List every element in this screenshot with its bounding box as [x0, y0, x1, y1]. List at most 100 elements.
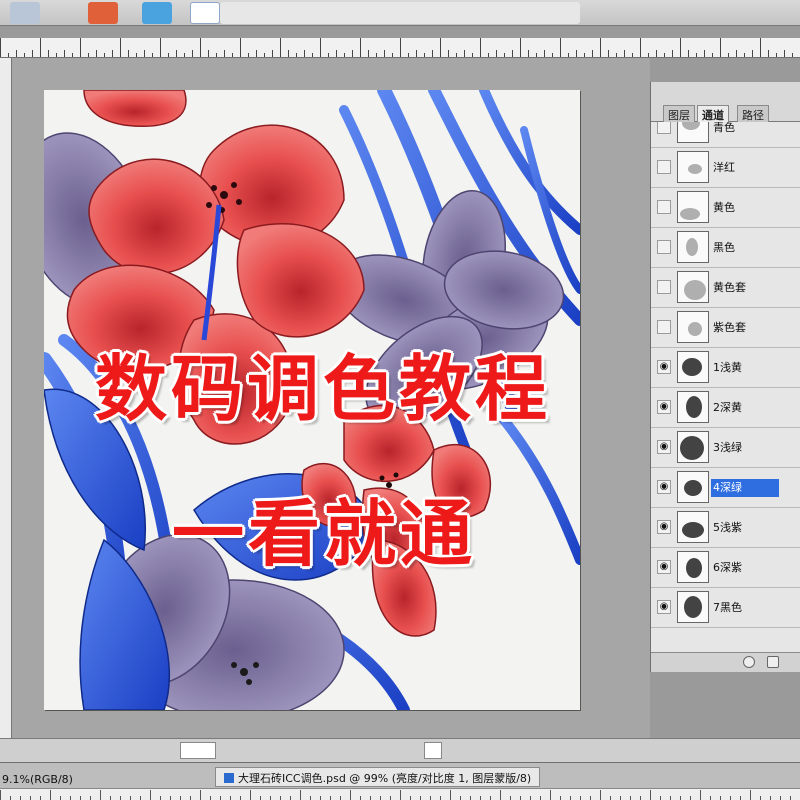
eye-icon[interactable] — [657, 122, 671, 134]
channel-label: 7黑色 — [713, 601, 742, 614]
ruler-tick — [230, 796, 231, 800]
channel-thumbnail — [677, 311, 709, 343]
status-field[interactable] — [424, 742, 442, 759]
ruler-tick — [700, 790, 701, 800]
ruler-tick — [710, 796, 711, 800]
taskbar-app-button[interactable] — [88, 2, 118, 24]
ruler-tick — [472, 53, 473, 57]
tab-paths[interactable]: 路径 — [737, 105, 769, 122]
ruler-tick — [768, 50, 769, 57]
ruler-tick — [720, 796, 721, 800]
eye-icon[interactable]: ◉ — [657, 480, 671, 494]
eye-icon[interactable] — [657, 320, 671, 334]
channel-label: 6深紫 — [713, 561, 742, 574]
tab-channels[interactable]: 通道 — [697, 105, 729, 122]
ruler-tick — [328, 53, 329, 57]
ruler-tick — [760, 38, 761, 57]
ruler-tick — [256, 50, 257, 57]
ruler-tick — [152, 53, 153, 57]
ruler-tick — [272, 50, 273, 57]
ruler-tick — [490, 796, 491, 800]
thumbnail-shape — [686, 558, 702, 578]
photoshop-window: 数码调色教程 一看就通 图层 通道 路径 青色 洋红 黄色 黑色 黄色套 紫色套 ◉ 1浅黄 ◉… — [0, 0, 800, 800]
ruler-tick — [720, 38, 721, 57]
channel-row[interactable]: 青色 — [651, 122, 800, 148]
ruler-tick — [80, 796, 81, 800]
channel-row[interactable]: 黑色 — [651, 228, 800, 268]
ruler-tick — [232, 53, 233, 57]
eye-icon[interactable]: ◉ — [657, 600, 671, 614]
ruler-tick — [620, 796, 621, 800]
document-tab[interactable]: 大理石砖ICC调色.psd @ 99% (亮度/对比度 1, 图层蒙版/8) — [215, 767, 541, 787]
ruler-tick — [80, 38, 81, 57]
eye-icon[interactable]: ◉ — [657, 520, 671, 534]
channel-row[interactable]: ◉ 5浅紫 — [651, 508, 800, 548]
channel-list: 青色 洋红 黄色 黑色 黄色套 紫色套 ◉ 1浅黄 ◉ 2深黄 ◉ 3浅绿 ◉ 4深绿 ◉ 5浅紫 ◉ 6深紫 ◉ 7… — [651, 122, 800, 654]
channel-row[interactable]: ◉ 7黑色 — [651, 588, 800, 628]
channel-row[interactable]: 紫色套 — [651, 308, 800, 348]
ruler-tick — [280, 796, 281, 800]
eye-icon[interactable]: ◉ — [657, 400, 671, 414]
vertical-ruler[interactable] — [0, 58, 12, 738]
ruler-tick — [176, 50, 177, 57]
eye-icon[interactable] — [657, 200, 671, 214]
ruler-tick — [290, 796, 291, 800]
load-selection-icon[interactable] — [743, 656, 755, 668]
eye-icon[interactable]: ◉ — [657, 440, 671, 454]
taskbar-app-button[interactable] — [190, 2, 220, 24]
overlay-title-line-1: 数码调色教程 — [95, 347, 552, 431]
taskbar-app-button[interactable] — [142, 2, 172, 24]
horizontal-ruler[interactable] — [0, 38, 800, 58]
channel-row[interactable]: 黄色 — [651, 188, 800, 228]
ruler-tick — [440, 796, 441, 800]
channel-row[interactable]: ◉ 1浅黄 — [651, 348, 800, 388]
eye-icon[interactable]: ◉ — [657, 360, 671, 374]
channel-row[interactable]: ◉ 3浅绿 — [651, 428, 800, 468]
ruler-tick — [648, 53, 649, 57]
taskbar-app-button[interactable] — [10, 2, 40, 24]
ruler-tick — [120, 38, 121, 57]
channel-row[interactable]: ◉ 4深绿 — [651, 468, 800, 508]
ruler-tick — [50, 790, 51, 800]
status-field[interactable] — [180, 742, 216, 759]
ruler-tick — [40, 38, 41, 57]
ruler-tick — [190, 796, 191, 800]
channel-row[interactable]: ◉ 6深紫 — [651, 548, 800, 588]
ruler-tick — [296, 53, 297, 57]
channel-row[interactable]: 黄色套 — [651, 268, 800, 308]
ruler-tick — [216, 53, 217, 57]
ruler-tick — [150, 790, 151, 800]
ruler-tick — [90, 796, 91, 800]
ruler-tick — [480, 796, 481, 800]
channel-row[interactable]: ◉ 2深黄 — [651, 388, 800, 428]
ruler-tick — [790, 796, 791, 800]
thumbnail-shape — [684, 480, 702, 496]
taskbar-app-button[interactable] — [220, 2, 580, 24]
tab-layers[interactable]: 图层 — [663, 105, 695, 122]
ruler-tick — [752, 50, 753, 57]
eye-icon[interactable] — [657, 160, 671, 174]
ruler-tick — [16, 50, 17, 57]
ruler-tick — [670, 796, 671, 800]
ruler-tick — [776, 53, 777, 57]
eye-icon[interactable] — [657, 280, 671, 294]
ruler-tick — [680, 38, 681, 57]
channel-thumbnail — [677, 122, 709, 143]
channel-row[interactable]: 洋红 — [651, 148, 800, 188]
eye-icon[interactable] — [657, 240, 671, 254]
ruler-tick — [550, 790, 551, 800]
ruler-tick — [770, 796, 771, 800]
eye-icon[interactable]: ◉ — [657, 560, 671, 574]
ruler-tick — [750, 790, 751, 800]
ruler-tick — [500, 790, 501, 800]
ruler-tick — [680, 796, 681, 800]
ruler-tick — [608, 50, 609, 57]
channel-thumbnail — [677, 591, 709, 623]
ruler-tick — [120, 796, 121, 800]
channel-label: 黄色套 — [713, 281, 746, 294]
ruler-tick — [400, 38, 401, 57]
channel-label: 洋红 — [713, 161, 735, 174]
new-channel-icon[interactable] — [767, 656, 779, 668]
ruler-tick — [728, 53, 729, 57]
ruler-tick — [180, 796, 181, 800]
